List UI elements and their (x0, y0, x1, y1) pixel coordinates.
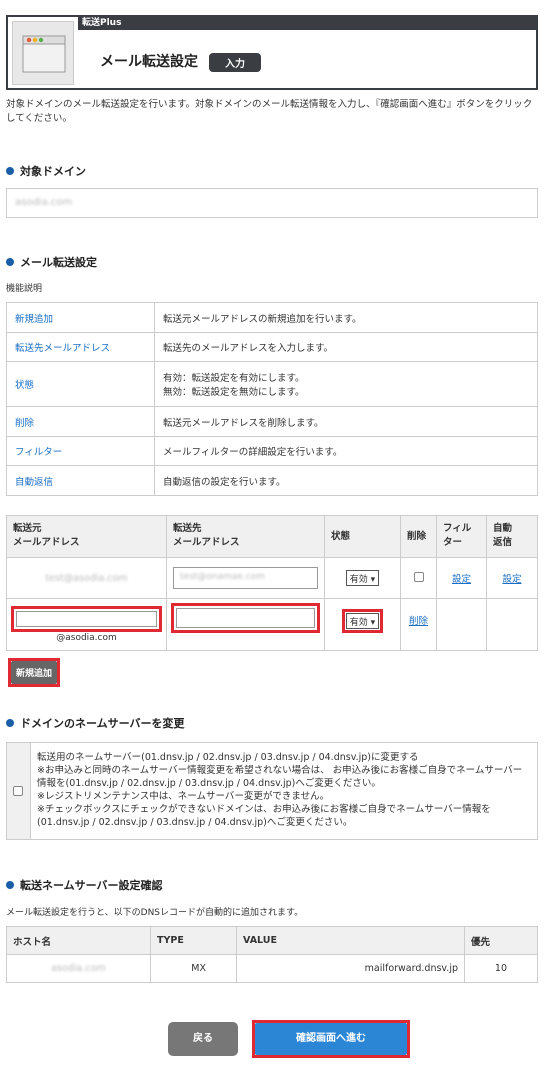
delete-checkbox[interactable] (413, 571, 424, 582)
col-priority: 優先 (464, 926, 538, 955)
table-row: test@asodia.com test@onamae.com 有効 ▾ 設定 … (6, 557, 538, 599)
function-table: 新規追加 転送元メールアドレスの新規追加を行います。 転送先メールアドレス 転送… (6, 302, 538, 496)
status-cell: 有効 ▾ (324, 557, 401, 599)
section-title-domain: 対象ドメイン (6, 163, 86, 179)
from-cell: @asodia.com (6, 598, 167, 651)
table-header-row: ホスト名 TYPE VALUE 優先 (6, 926, 538, 955)
nameserver-note: ※お申込みと同時のネームサーバー情報変更を希望されない場合は、 お申込み後にお客… (37, 765, 523, 789)
from-highlight (11, 606, 162, 632)
checkbox-cell (7, 743, 31, 839)
brand-label: 転送Plus (78, 17, 536, 30)
dns-description: メール転送設定を行うと、以下のDNSレコードが自動的に追加されます。 (6, 908, 304, 918)
back-button[interactable]: 戻る (168, 1022, 238, 1056)
from-domain-suffix: @asodia.com (56, 633, 117, 643)
confirm-button[interactable]: 確認画面へ進む (252, 1020, 410, 1058)
delete-row-link[interactable]: 削除 (409, 616, 428, 627)
bullet-icon (6, 881, 14, 889)
dns-value: mailforward.dnsv.jp (236, 954, 465, 983)
table-row: フィルター メールフィルターの詳細設定を行います。 (6, 436, 538, 466)
table-row: 転送先メールアドレス 転送先のメールアドレスを入力します。 (6, 332, 538, 362)
filter-settings-link[interactable]: 設定 (452, 574, 471, 585)
dns-host: asodia.com (6, 954, 151, 983)
func-desc: メールフィルターの詳細設定を行います。 (154, 436, 538, 466)
nameserver-note: ※チェックボックスにチェックができないドメインは、お申込み後にお客様ご自身でネー… (37, 804, 491, 828)
to-cell: test@onamae.com (166, 557, 325, 599)
func-key: 転送先メールアドレス (6, 332, 155, 362)
step-badge: 入力 (209, 53, 261, 72)
func-desc: 転送元メールアドレスの新規追加を行います。 (154, 302, 538, 333)
to-address-input[interactable]: test@onamae.com (173, 567, 318, 589)
nameserver-text: 転送用のネームサーバー(01.dnsv.jp / 02.dnsv.jp / 03… (37, 751, 529, 829)
section-title-forward: メール転送設定 (6, 254, 97, 270)
col-autoreply: 自動 返信 (486, 515, 538, 558)
col-host: ホスト名 (6, 926, 151, 955)
to-address-input[interactable] (176, 608, 315, 628)
status-highlight: 有効 ▾ (341, 609, 384, 633)
target-domain-field: asodia.com (6, 188, 538, 218)
func-key: フィルター (6, 436, 155, 466)
browser-window-icon (12, 21, 74, 85)
table-row: 削除 転送元メールアドレスを削除します。 (6, 406, 538, 437)
col-value: VALUE (236, 926, 465, 955)
dns-record-table: ホスト名 TYPE VALUE 優先 asodia.com MX mailfor… (6, 926, 538, 983)
section-title-dns: 転送ネームサーバー設定確認 (6, 877, 163, 893)
from-address-input[interactable] (16, 611, 157, 627)
page-title: メール転送設定 (100, 54, 198, 70)
col-from: 転送元 メールアドレス (6, 515, 167, 558)
delete-cell: 削除 (400, 598, 437, 651)
table-header-row: 転送元 メールアドレス 転送先 メールアドレス 状態 削除 フィル ター 自動 返信 (6, 515, 538, 558)
table-row: @asodia.com 有効 ▾ 削除 (6, 598, 538, 651)
nameserver-note: ※レジストリメンテナンス中は、ネームサーバー変更ができません。 (37, 791, 330, 802)
page-header: 転送Plus メール転送設定 入力 (6, 15, 538, 90)
table-row: 状態 有効：転送設定を有効にします。 無効：転送設定を無効にします。 (6, 361, 538, 407)
add-new-button[interactable]: 新規追加 (8, 658, 61, 687)
autoreply-cell: 設定 (486, 557, 538, 599)
dns-priority: 10 (464, 954, 538, 983)
col-filter: フィル ター (436, 515, 487, 558)
func-key: 削除 (6, 406, 155, 437)
col-type: TYPE (150, 926, 237, 955)
filter-cell (436, 598, 487, 651)
func-key: 新規追加 (6, 302, 155, 333)
intro-text: 対象ドメインのメール転送設定を行います。対象ドメインのメール転送情報を入力し、『… (6, 99, 533, 124)
col-delete: 削除 (400, 515, 437, 558)
func-key: 自動返信 (6, 465, 155, 496)
status-select[interactable]: 有効 ▾ (345, 613, 380, 629)
nameserver-change-box: 転送用のネームサーバー(01.dnsv.jp / 02.dnsv.jp / 03… (6, 742, 538, 840)
filter-cell: 設定 (436, 557, 487, 599)
forward-settings-table: 転送元 メールアドレス 転送先 メールアドレス 状態 削除 フィル ター 自動 返信 t… (6, 515, 538, 651)
bullet-icon (6, 719, 14, 727)
table-row: 新規追加 転送元メールアドレスの新規追加を行います。 (6, 302, 538, 333)
status-cell: 有効 ▾ (324, 598, 401, 651)
nameserver-change-checkbox[interactable] (13, 786, 23, 796)
function-description-label: 機能説明 (6, 284, 43, 294)
delete-cell (400, 557, 437, 599)
dns-type: MX (150, 954, 237, 983)
func-key: 状態 (6, 361, 155, 407)
autoreply-cell (486, 598, 538, 651)
col-status: 状態 (324, 515, 401, 558)
status-select[interactable]: 有効 ▾ (345, 570, 380, 586)
bullet-icon (6, 167, 14, 175)
table-row: 自動返信 自動返信の設定を行います。 (6, 465, 538, 496)
from-address: test@asodia.com (6, 557, 167, 599)
autoreply-settings-link[interactable]: 設定 (502, 574, 521, 585)
bullet-icon (6, 258, 14, 266)
to-cell (166, 598, 325, 651)
func-desc: 転送元メールアドレスを削除します。 (154, 406, 538, 437)
nameserver-line: 転送用のネームサーバー(01.dnsv.jp / 02.dnsv.jp / 03… (37, 752, 419, 763)
table-row: asodia.com MX mailforward.dnsv.jp 10 (6, 954, 538, 983)
func-desc: 有効：転送設定を有効にします。 無効：転送設定を無効にします。 (154, 361, 538, 407)
to-highlight (171, 603, 320, 633)
col-to: 転送先 メールアドレス (166, 515, 325, 558)
func-desc: 転送先のメールアドレスを入力します。 (154, 332, 538, 362)
section-title-nameserver: ドメインのネームサーバーを変更 (6, 715, 185, 731)
func-desc: 自動返信の設定を行います。 (154, 465, 538, 496)
